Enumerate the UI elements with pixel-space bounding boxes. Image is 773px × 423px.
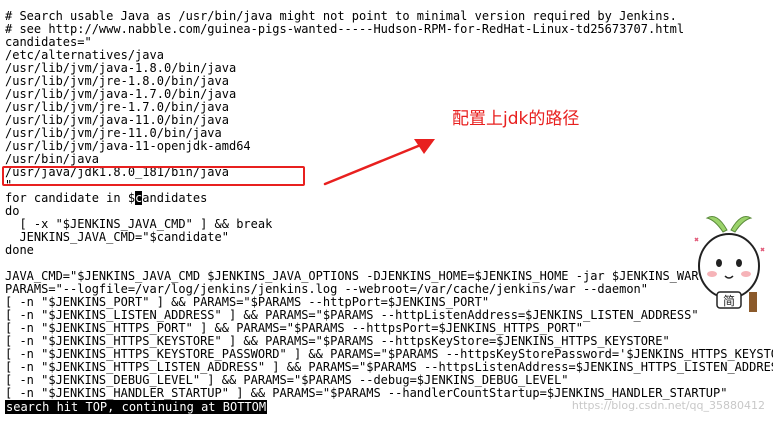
- code-line: /usr/lib/jvm/java-11-openjdk-amd64: [5, 139, 251, 153]
- for-line-suffix: andidates: [142, 191, 208, 205]
- watermark: https://blog.csdn.net/qq_35880412: [571, 399, 765, 412]
- for-loop-line: for candidate in $candidates: [5, 191, 773, 205]
- code-line: # see http://www.nabble.com/guinea-pigs-…: [5, 22, 685, 36]
- annotation-label: 配置上jdk的路径: [452, 109, 580, 129]
- code-line: done: [5, 243, 34, 257]
- sticker-text: 简: [723, 294, 735, 308]
- terminal-view[interactable]: # Search usable Java as /usr/bin/java mi…: [0, 0, 773, 423]
- status-message: search hit TOP, continuing at BOTTOM: [5, 400, 268, 414]
- cartoon-sticker-icon: 简: [694, 216, 765, 312]
- highlight-box: [2, 166, 305, 186]
- code-line: JENKINS_JAVA_CMD="$candidate": [5, 230, 229, 244]
- for-line-prefix: for candidate in $: [5, 191, 136, 205]
